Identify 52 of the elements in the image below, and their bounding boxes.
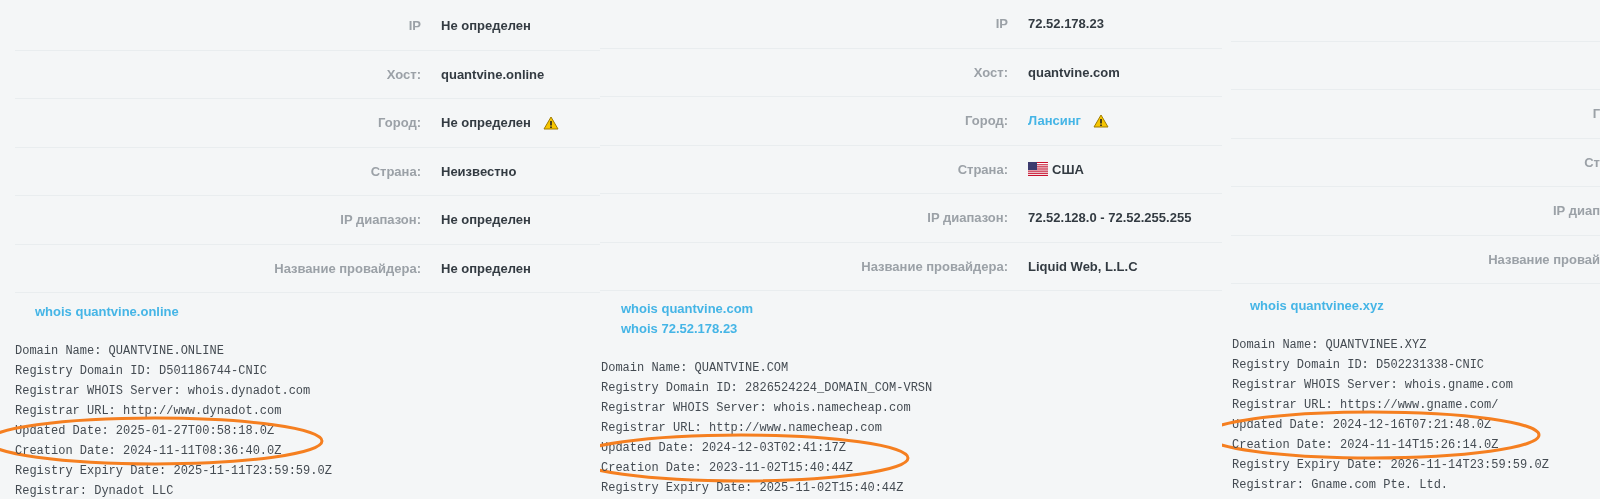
whois-line: Registrar URL: http://www.namecheap.com [601, 420, 882, 437]
whois-line: Registry Expiry Date: 2025-11-11T23:59:59.0Z [15, 463, 332, 480]
whois-line: Registry Domain ID: D501186744-CNIC [15, 363, 268, 380]
field-label: Город: [377, 114, 421, 132]
whois-line: Registrar URL: http://www.dynadot.com [15, 403, 282, 420]
field-label: Страна: [369, 162, 421, 181]
field-label: Г [1591, 105, 1600, 123]
city-link[interactable]: Лансинг [1028, 111, 1081, 131]
whois-link[interactable]: whois quantvine.online [35, 303, 179, 321]
whois-line: Registrar: Gname.com Pte. Ltd. [1232, 477, 1449, 494]
field-value: 72.52.128.0 - 72.52.255.255 [1028, 209, 1192, 227]
field-value: quantvine.online [441, 65, 545, 84]
field-value: Не определен [441, 211, 531, 229]
whois-line: Creation Date: 2024-11-11T08:36:40.0Z [15, 443, 282, 460]
field-label: Название провайдера: [860, 257, 1008, 276]
whois-line: Domain Name: QUANTVINE.ONLINE [15, 343, 224, 360]
field-label: IP [407, 17, 421, 35]
field-value: Не определен [441, 114, 531, 132]
field-label: IP диап [1552, 202, 1600, 220]
field-value: 72.52.178.23 [1028, 15, 1104, 33]
field-label: Ст [1583, 153, 1600, 172]
field-value: США [1052, 160, 1084, 179]
field-label: IP диапазон: [926, 209, 1008, 227]
whois-line: Registry Domain ID: D502231338-CNIC [1232, 357, 1485, 374]
whois-line: Registrar: Dynadot LLC [15, 483, 174, 499]
whois-line: Registry Domain ID: 2826524224_DOMAIN_COM-VRSN [601, 380, 933, 397]
field-value: Неизвестно [441, 162, 517, 181]
whois-line: Domain Name: QUANTVINE.COM [601, 360, 789, 377]
field-label: Хост: [385, 65, 421, 84]
whois-link[interactable]: whois 72.52.178.23 [621, 319, 738, 339]
whois-line: Registry Expiry Date: 2026-11-14T23:59:59.0Z [1232, 457, 1549, 474]
field-value: Не определен [441, 259, 531, 278]
whois-line: Registrar WHOIS Server: whois.namecheap.com [601, 400, 911, 417]
whois-line: Registrar WHOIS Server: whois.gname.com [1232, 377, 1513, 394]
whois-line: Creation Date: 2024-11-14T15:26:14.0Z [1232, 437, 1499, 454]
whois-line: Registry Expiry Date: 2025-11-02T15:40:44Z [601, 480, 904, 497]
whois-line: Domain Name: QUANTVINEE.XYZ [1232, 337, 1427, 354]
field-label: IP диапазон: [339, 211, 421, 229]
field-label: Страна: [956, 160, 1008, 179]
field-label: IP [994, 15, 1008, 33]
whois-line: Creation Date: 2023-11-02T15:40:44Z [601, 460, 854, 477]
whois-line: Registrar WHOIS Server: whois.dynadot.com [15, 383, 311, 400]
field-label: Название провайдера: [273, 259, 421, 278]
field-value: Liquid Web, L.L.C [1028, 257, 1138, 276]
field-label: Хост: [972, 63, 1008, 82]
field-value: Не определен [441, 17, 531, 35]
whois-link[interactable]: whois quantvinee.xyz [1250, 297, 1384, 315]
field-value: quantvine.com [1028, 63, 1120, 82]
field-label: Город: [964, 112, 1008, 130]
whois-link[interactable]: whois quantvine.com [621, 299, 754, 319]
whois-line: Registrar URL: https://www.gname.com/ [1232, 397, 1499, 414]
field-label: Название провай [1487, 250, 1600, 269]
